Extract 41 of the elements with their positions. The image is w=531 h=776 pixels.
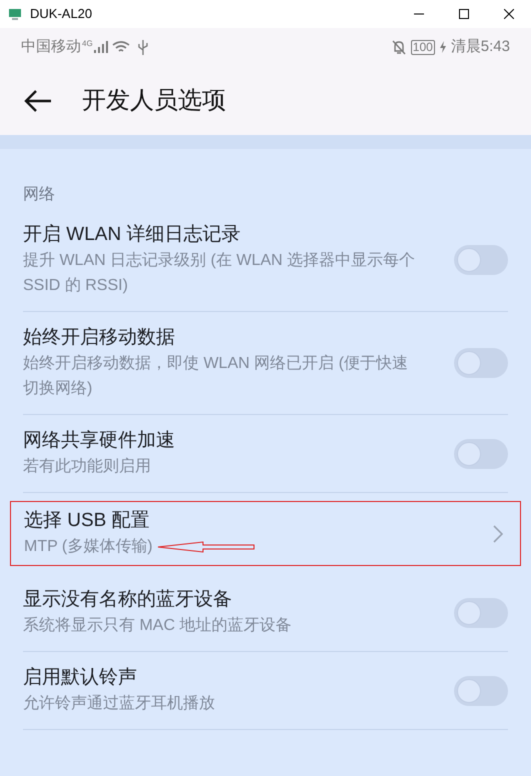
wifi-icon [112, 40, 130, 54]
setting-title: 开启 WLAN 详细日志记录 [23, 223, 242, 247]
setting-row[interactable]: 显示没有名称的蓝牙设备 系统将显示只有 MAC 地址的蓝牙设备 [23, 574, 508, 652]
setting-description: 若有此功能则启用 [23, 456, 151, 477]
setting-title: 始终开启移动数据 [23, 326, 176, 350]
window-title: DUK-AL20 [30, 5, 92, 24]
setting-title: 启用默认铃声 [23, 666, 138, 690]
setting-description: 始终开启移动数据，即使 WLAN 网络已开启 (便于快速切换网络) [23, 354, 409, 399]
chevron-right-icon [493, 524, 503, 542]
setting-description: MTP (多媒体传输) [24, 537, 153, 557]
maximize-icon [458, 9, 468, 19]
toggle-switch[interactable] [454, 348, 508, 378]
close-icon [504, 9, 514, 19]
setting-description: 允许铃声通过蓝牙耳机播放 [23, 694, 215, 714]
setting-description: 提升 WLAN 日志记录级别 (在 WLAN 选择器中显示每个 SSID 的 RSSI) [23, 250, 416, 296]
setting-row[interactable]: 开启 WLAN 详细日志记录 提升 WLAN 日志记录级别 (在 WLAN 选择器中显示每个 SSID 的 RSSI) [23, 209, 508, 312]
toggle-switch[interactable] [454, 245, 508, 275]
setting-row[interactable]: 选择 USB 配置 MTP (多媒体传输) [10, 501, 521, 566]
charging-icon [440, 41, 446, 53]
toggle-switch[interactable] [454, 598, 508, 628]
signal-icon [94, 41, 108, 53]
setting-title: 选择 USB 配置 [24, 509, 151, 533]
setting-row[interactable]: 网络共享硬件加速 若有此功能则启用 [23, 415, 508, 493]
setting-title: 显示没有名称的蓝牙设备 [23, 588, 233, 612]
toggle-switch[interactable] [454, 676, 508, 706]
usb-icon [138, 40, 148, 54]
app-icon [8, 7, 22, 21]
back-arrow-icon[interactable] [24, 88, 52, 112]
network-type: 4G [82, 38, 93, 50]
arrow-annotation-icon [156, 540, 257, 554]
setting-row[interactable]: 启用默认铃声 允许铃声通过蓝牙耳机播放 [23, 652, 508, 730]
setting-title: 网络共享硬件加速 [23, 429, 176, 453]
carrier-name: 中国移动 [21, 36, 81, 57]
setting-row[interactable]: 始终开启移动数据 始终开启移动数据，即使 WLAN 网络已开启 (便于快速切换网络) [23, 312, 508, 415]
battery-level: 100 [410, 40, 435, 54]
section-header: 网络 [23, 186, 55, 203]
page-title: 开发人员选项 [82, 86, 226, 116]
setting-description: 系统将显示只有 MAC 地址的蓝牙设备 [23, 616, 292, 636]
clock-time: 清晨5:43 [450, 36, 510, 57]
toggle-switch[interactable] [454, 438, 508, 468]
bell-off-icon [392, 40, 406, 54]
